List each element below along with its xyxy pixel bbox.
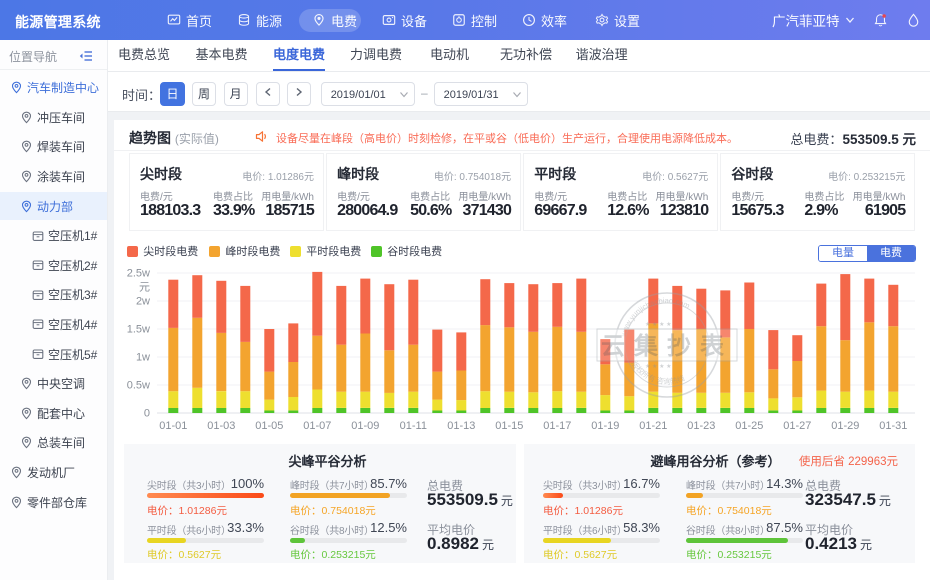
svg-text:2.5w: 2.5w xyxy=(127,268,150,280)
svg-text:01-17: 01-17 xyxy=(543,420,571,432)
svg-text:01-13: 01-13 xyxy=(447,420,475,432)
svg-text:★ ★ ★ ★: ★ ★ ★ ★ xyxy=(645,321,672,328)
svg-text:01-31: 01-31 xyxy=(879,420,907,432)
svg-text:云集抄表: 云集抄表 xyxy=(601,332,733,360)
svg-text:01-29: 01-29 xyxy=(831,420,859,432)
svg-text:0.5w: 0.5w xyxy=(127,380,150,392)
svg-text:01-21: 01-21 xyxy=(639,420,667,432)
svg-text:★ ★ ★ ★: ★ ★ ★ ★ xyxy=(645,363,672,370)
svg-text:01-05: 01-05 xyxy=(255,420,283,432)
svg-text:01-09: 01-09 xyxy=(351,420,379,432)
svg-text:01-01: 01-01 xyxy=(159,420,187,432)
svg-text:01-19: 01-19 xyxy=(591,420,619,432)
svg-text:0: 0 xyxy=(144,408,150,420)
svg-text:元: 元 xyxy=(139,282,150,294)
svg-text:01-23: 01-23 xyxy=(687,420,715,432)
svg-text:01-25: 01-25 xyxy=(735,420,763,432)
svg-text:01-27: 01-27 xyxy=(783,420,811,432)
svg-text:01-15: 01-15 xyxy=(495,420,523,432)
svg-text:1w: 1w xyxy=(136,352,150,364)
svg-text:01-11: 01-11 xyxy=(400,420,427,432)
svg-text:1.5w: 1.5w xyxy=(127,324,150,336)
svg-text:01-03: 01-03 xyxy=(207,420,235,432)
svg-text:01-07: 01-07 xyxy=(303,420,331,432)
svg-text:2w: 2w xyxy=(136,296,150,308)
